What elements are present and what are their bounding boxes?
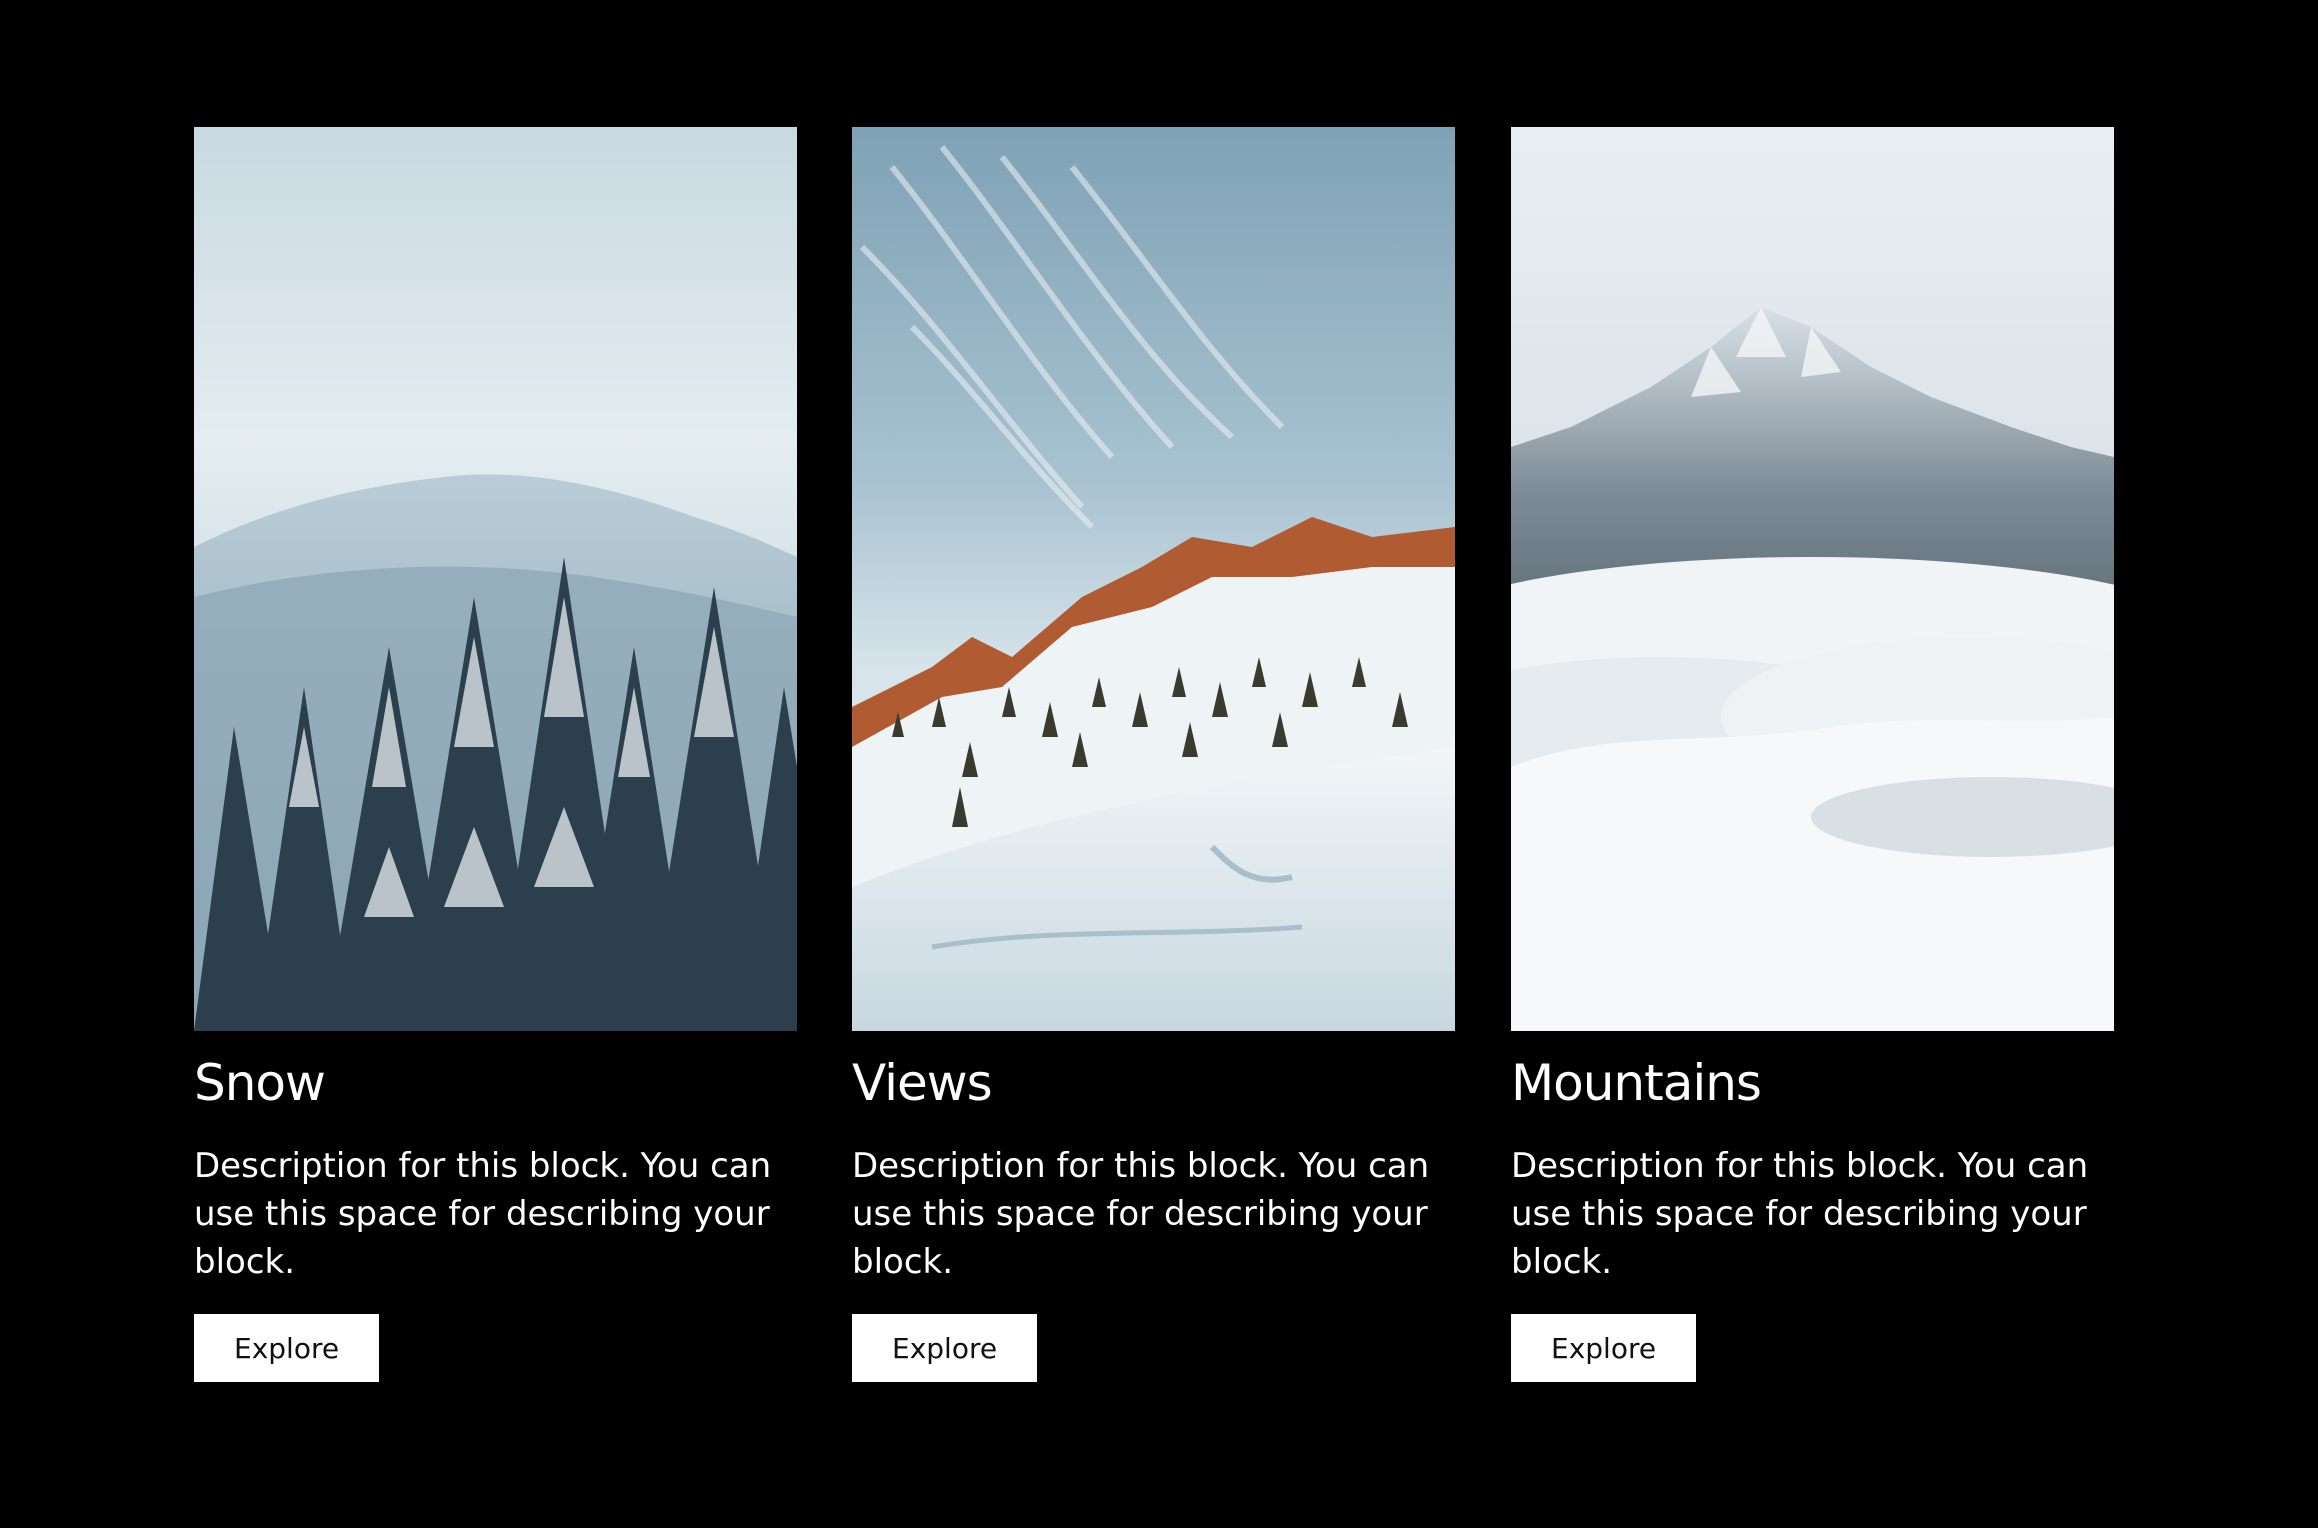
card-grid: Snow Description for this block. You can… [0,0,2318,1528]
card-title: Mountains [1511,1054,1762,1112]
snowy-forest-image [194,127,797,1031]
card-description: Description for this block. You can use … [1511,1146,2089,1282]
explore-button[interactable]: Explore [194,1314,380,1382]
card-description: Description for this block. You can use … [194,1146,772,1282]
card-title: Snow [194,1054,326,1112]
card-description: Description for this block. You can use … [852,1146,1430,1282]
card-title: Views [852,1054,993,1112]
card-mountains: Mountains Description for this block. Yo… [1511,127,2114,1382]
misty-mountain-image [1511,127,2114,1031]
snowy-ridge-image [852,127,1455,1031]
card-snow: Snow Description for this block. You can… [194,127,797,1382]
explore-button[interactable]: Explore [1511,1314,1697,1382]
card-views: Views Description for this block. You ca… [852,127,1455,1382]
explore-button[interactable]: Explore [852,1314,1038,1382]
